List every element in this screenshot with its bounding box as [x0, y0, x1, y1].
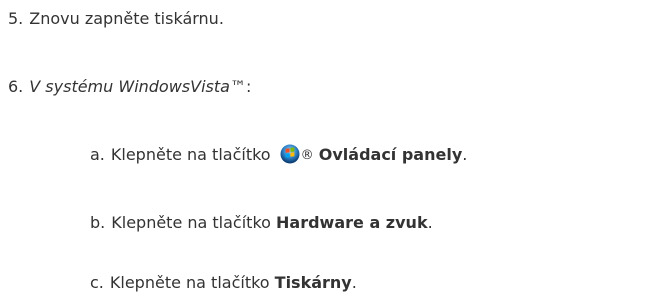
substep-text: Klepněte na tlačítko — [110, 145, 276, 164]
step-number: 5. — [8, 9, 24, 28]
step-number: 6. — [8, 77, 24, 96]
trademark-symbol: ™ — [229, 77, 246, 96]
bold-term: Hardware a zvuk — [276, 213, 428, 232]
substep-a: a. Klepněte na tlačítko ® Ovládací panely… — [90, 144, 467, 167]
bold-term: Ovládací panely — [318, 145, 463, 164]
substep-b: b. Klepněte na tlačítko Hardware a zvuk. — [90, 212, 433, 234]
substep-end: . — [462, 145, 468, 164]
registered-symbol: ® — [300, 148, 314, 163]
step-colon: : — [245, 77, 252, 96]
substep-end: . — [351, 273, 357, 292]
substep-letter: c. — [90, 273, 104, 292]
bold-term: Tiskárny — [274, 273, 352, 292]
step-text: Znovu zapněte tiskárnu. — [29, 9, 224, 28]
substep-c: c. Klepněte na tlačítko Tiskárny. — [90, 272, 357, 294]
substep-text: Klepněte na tlačítko — [109, 273, 275, 292]
substep-letter: b. — [90, 213, 106, 232]
substep-text: Klepněte na tlačítko — [111, 213, 277, 232]
step-5: 5. Znovu zapněte tiskárnu. — [8, 8, 224, 30]
step-6: 6. V systému WindowsVista™: — [8, 76, 251, 98]
windows-start-orb-icon — [280, 144, 300, 164]
substep-end: . — [427, 213, 433, 232]
step-text: V systému WindowsVista — [29, 77, 230, 96]
substep-letter: a. — [90, 145, 105, 164]
